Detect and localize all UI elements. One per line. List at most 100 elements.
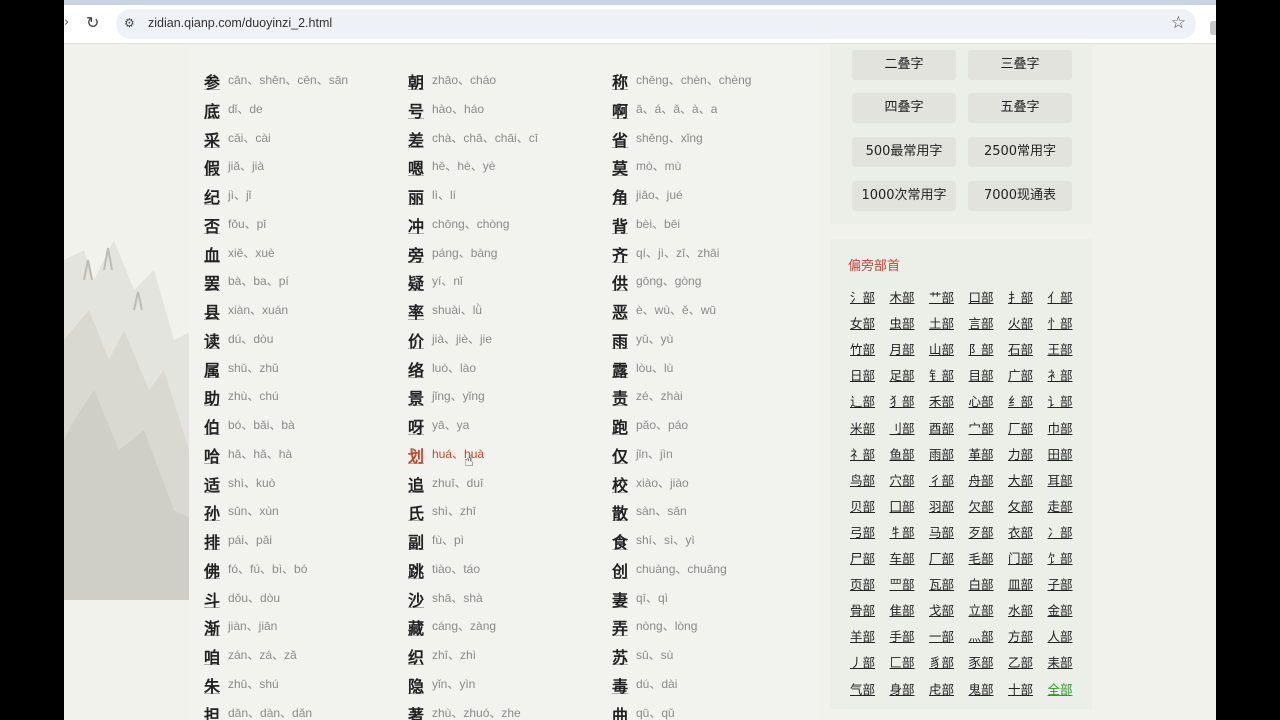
radical-link[interactable]: 方部 (1008, 626, 1046, 645)
character-link[interactable]: 著 (408, 702, 424, 720)
radical-link[interactable]: 立部 (969, 600, 1007, 619)
character-link[interactable]: 读 (204, 328, 220, 352)
quick-link[interactable]: 二叠字 (852, 50, 956, 80)
radical-link[interactable]: 冫部 (1048, 522, 1086, 541)
radical-link[interactable]: 虫部 (890, 313, 928, 332)
pinyin-text[interactable]: sū、sù (636, 646, 673, 663)
pinyin-text[interactable]: sūn、xùn (228, 502, 279, 519)
character-link[interactable]: 曲 (612, 702, 628, 720)
radical-link[interactable]: 阝部 (969, 339, 1007, 358)
pinyin-text[interactable]: jì、jǐ (228, 186, 251, 203)
character-link[interactable]: 朱 (204, 673, 220, 697)
radical-link[interactable]: 鬼部 (969, 679, 1007, 698)
radical-link[interactable]: 羊部 (850, 626, 888, 645)
character-link[interactable]: 孙 (204, 500, 220, 524)
radical-link[interactable]: 女部 (850, 313, 888, 332)
pinyin-text[interactable]: fù、pì (432, 531, 464, 548)
radical-link[interactable]: 目部 (969, 365, 1007, 384)
character-link[interactable]: 伯 (204, 414, 220, 438)
pinyin-text[interactable]: dān、dàn、dǎn (228, 704, 312, 720)
radical-link[interactable]: 纟部 (1008, 391, 1046, 410)
character-link[interactable]: 啊 (612, 98, 628, 122)
pinyin-text[interactable]: ā、á、ǎ、à、a (636, 100, 717, 117)
radical-link[interactable]: 广部 (1008, 365, 1046, 384)
character-link[interactable]: 莫 (612, 155, 628, 179)
radical-link[interactable]: 米部 (850, 418, 888, 437)
character-link[interactable]: 划 (408, 443, 424, 467)
pinyin-text[interactable]: tiào、táo (432, 560, 480, 577)
radical-link[interactable]: 尸部 (850, 548, 888, 567)
pinyin-text[interactable]: fó、fú、bì、bó (228, 560, 307, 577)
radical-link[interactable]: 忄部 (1048, 313, 1086, 332)
radical-link[interactable]: 歹部 (969, 522, 1007, 541)
character-link[interactable]: 创 (612, 558, 628, 582)
pinyin-text[interactable]: fǒu、pǐ (228, 215, 266, 232)
star-icon[interactable]: ☆ (1171, 13, 1186, 33)
character-link[interactable]: 食 (612, 529, 628, 553)
character-link[interactable]: 苏 (612, 644, 628, 668)
radical-link[interactable]: 厂部 (1008, 418, 1046, 437)
pinyin-text[interactable]: zhuī、duī (432, 474, 483, 491)
character-link[interactable]: 雨 (612, 328, 628, 352)
radical-link[interactable]: 土部 (929, 313, 967, 332)
pinyin-text[interactable]: zhù、chú (228, 387, 279, 404)
radical-link[interactable]: 月部 (890, 339, 928, 358)
radical-link[interactable]: 水部 (1008, 600, 1046, 619)
character-link[interactable]: 氏 (408, 500, 424, 524)
radical-link[interactable]: 瓦部 (929, 574, 967, 593)
pinyin-text[interactable]: qí、jì、zī、zhāi (636, 244, 719, 261)
radical-link[interactable]: 戈部 (929, 600, 967, 619)
address-bar[interactable]: ⚙ zidian.qianp.com/duoyinzi_2.html ☆ (116, 9, 1196, 39)
radical-link[interactable]: 丿部 (850, 652, 888, 671)
character-link[interactable]: 否 (204, 213, 220, 237)
character-link[interactable]: 仅 (612, 443, 628, 467)
tune-icon[interactable]: ⚙ (124, 16, 135, 30)
pinyin-text[interactable]: shěng、xǐng (636, 129, 703, 146)
radical-link[interactable]: 酉部 (929, 418, 967, 437)
radical-link[interactable]: 人部 (1048, 626, 1086, 645)
character-link[interactable]: 校 (612, 472, 628, 496)
radical-link[interactable]: 禾部 (929, 391, 967, 410)
character-link[interactable]: 隐 (408, 673, 424, 697)
quick-link[interactable]: 7000现通表 (968, 181, 1072, 211)
character-link[interactable]: 恶 (612, 299, 628, 323)
character-link[interactable]: 跑 (612, 414, 628, 438)
pinyin-text[interactable]: cáng、zàng (432, 617, 496, 634)
pinyin-text[interactable]: zhū、shú (228, 675, 279, 692)
pinyin-text[interactable]: jià、jiè、jie (432, 330, 492, 347)
radical-link[interactable]: 乙部 (1008, 652, 1046, 671)
radical-link[interactable]: 饣部 (1048, 548, 1086, 567)
character-link[interactable]: 率 (408, 299, 424, 323)
pinyin-text[interactable]: chēng、chèn、chèng (636, 71, 751, 88)
radical-link[interactable]: 心部 (969, 391, 1007, 410)
radical-link[interactable]: 耳部 (1048, 470, 1086, 489)
radical-link[interactable]: 走部 (1048, 496, 1086, 515)
radical-link[interactable]: 衣部 (1008, 522, 1046, 541)
radical-link[interactable]: 犭部 (890, 391, 928, 410)
pinyin-text[interactable]: shā、shà (432, 589, 483, 606)
character-link[interactable]: 差 (408, 127, 424, 151)
quick-link[interactable]: 1000次常用字 (852, 181, 956, 211)
quick-link[interactable]: 四叠字 (852, 93, 956, 123)
pinyin-text[interactable]: shì、zhī (432, 502, 476, 519)
quick-link[interactable]: 三叠字 (968, 50, 1072, 80)
character-link[interactable]: 追 (408, 472, 424, 496)
radical-link[interactable]: 骨部 (850, 600, 888, 619)
radical-link[interactable]: 艹部 (929, 287, 967, 306)
radical-link[interactable]: 羽部 (929, 496, 967, 515)
pinyin-text[interactable]: yǔ、yù (636, 330, 673, 347)
radical-link[interactable]: 石部 (1008, 339, 1046, 358)
pinyin-text[interactable]: xiàn、xuán (228, 301, 288, 318)
radical-link[interactable]: 钅部 (929, 365, 967, 384)
pinyin-text[interactable]: shuài、lǜ (432, 301, 482, 318)
character-link[interactable]: 价 (408, 328, 424, 352)
radical-link[interactable]: 木部 (890, 287, 928, 306)
radical-link[interactable]: 竹部 (850, 339, 888, 358)
pinyin-text[interactable]: huá、huà (432, 445, 484, 462)
radical-link[interactable]: 豸部 (929, 652, 967, 671)
radical-link[interactable]: 欠部 (969, 496, 1007, 515)
pinyin-text[interactable]: zán、zá、zǎ (228, 646, 297, 663)
radical-link[interactable]: 宀部 (969, 418, 1007, 437)
url-text[interactable]: zidian.qianp.com/duoyinzi_2.html (148, 16, 332, 30)
pinyin-text[interactable]: xiào、jiào (636, 474, 689, 491)
